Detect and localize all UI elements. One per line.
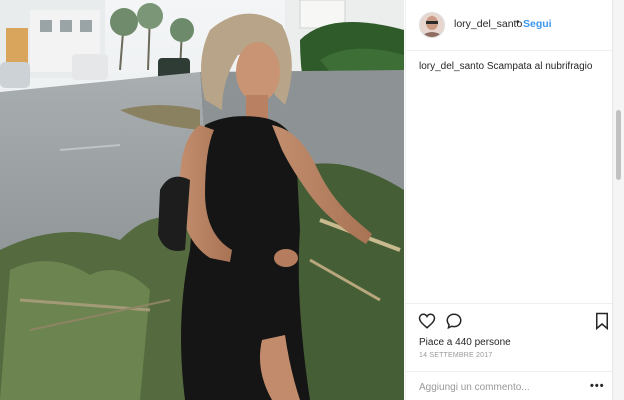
heart-icon[interactable] [418,312,436,330]
comment-bar: ••• [406,371,613,400]
caption-username-link[interactable]: lory_del_santo [419,61,484,72]
header-username-link[interactable]: lory_del_santo [454,18,522,30]
bookmark-icon[interactable] [593,312,611,331]
likes-count[interactable]: Piace a 440 persone [419,337,511,348]
header-separator: • [516,17,520,28]
post-header: lory_del_santo • Segui [406,0,613,51]
post-caption: lory_del_santo Scampata al nubrifragio [419,60,609,73]
post-photo[interactable] [0,0,404,400]
follow-button[interactable]: Segui [523,18,552,30]
scrollbar-thumb[interactable] [616,110,621,180]
avatar[interactable] [419,12,445,38]
more-options-icon[interactable]: ••• [590,380,605,392]
scrollbar[interactable] [612,0,624,400]
post-date: 14 SETTEMBRE 2017 [419,352,493,359]
comment-input[interactable] [419,380,579,394]
post-sidebar: lory_del_santo • Segui lory_del_santo Sc… [405,0,613,400]
comment-icon[interactable] [445,312,463,330]
caption-text: Scampata al nubrifragio [486,61,593,72]
instagram-post: lory_del_santo • Segui lory_del_santo Sc… [0,0,624,400]
post-actions: Piace a 440 persone 14 SETTEMBRE 2017 ••… [406,303,613,400]
